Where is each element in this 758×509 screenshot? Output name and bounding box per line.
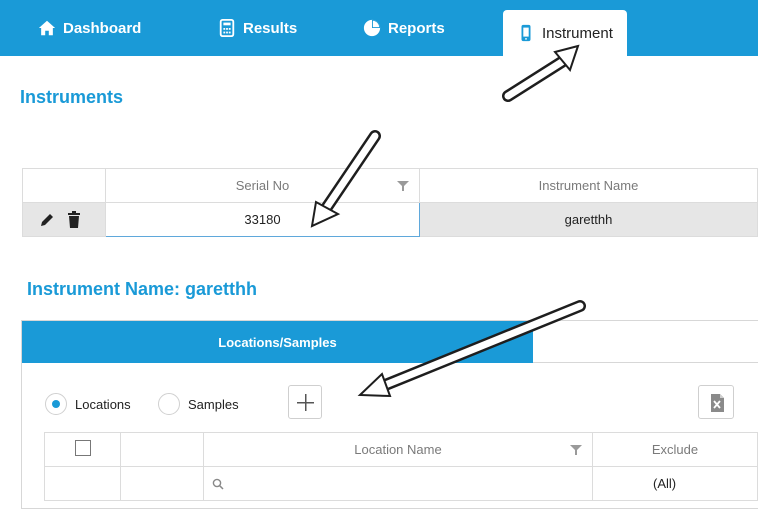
- top-nav: Dashboard Results Reports Instrument: [0, 0, 758, 56]
- filter-cell-empty: [44, 466, 121, 501]
- table-row[interactable]: 33180 garetthh: [22, 202, 758, 237]
- column-header-label: Location Name: [354, 442, 442, 457]
- mobile-device-icon: [521, 24, 531, 42]
- select-all-cell: [44, 432, 121, 467]
- search-icon: [212, 478, 224, 490]
- filter-cell-empty: [120, 466, 204, 501]
- filter-icon[interactable]: [570, 445, 582, 455]
- add-location-button[interactable]: [288, 385, 322, 419]
- nav-tab-label: Reports: [388, 19, 445, 37]
- excel-file-icon: [711, 394, 724, 412]
- column-header-label: Instrument Name: [538, 178, 639, 193]
- table-header-row: Location Name Exclude: [44, 432, 758, 467]
- home-icon: [38, 20, 56, 36]
- radio-label: Samples: [188, 396, 239, 412]
- plus-icon: [297, 394, 314, 411]
- locations-table: Location Name Exclude (All): [44, 432, 758, 501]
- nav-tab-label: Results: [243, 19, 298, 37]
- instruments-title: Instruments: [20, 87, 124, 107]
- column-header-label: Serial No: [235, 178, 290, 193]
- instrument-name-header[interactable]: Instrument Name: [419, 168, 758, 203]
- pencil-icon[interactable]: [39, 212, 55, 228]
- radio-samples[interactable]: Samples: [158, 393, 239, 415]
- radio-selected-dot: [52, 400, 60, 408]
- calculator-icon: [219, 19, 235, 37]
- tab-divider: [533, 362, 758, 363]
- nav-tab-label: Dashboard: [63, 19, 142, 37]
- trash-icon[interactable]: [67, 211, 81, 228]
- nav-tab-results[interactable]: Results: [218, 0, 297, 56]
- column-header-label: Exclude: [651, 442, 699, 457]
- radio-locations[interactable]: Locations: [45, 393, 131, 415]
- radio-label: Locations: [75, 396, 131, 412]
- serial-no-cell[interactable]: 33180: [105, 202, 420, 237]
- nav-tab-reports[interactable]: Reports: [363, 0, 445, 56]
- exclude-filter[interactable]: (All): [592, 466, 758, 501]
- radio-circle: [45, 393, 67, 415]
- tab-locations-samples[interactable]: Locations/Samples: [22, 321, 533, 363]
- nav-tab-instrument[interactable]: Instrument: [503, 10, 627, 56]
- serial-no-header[interactable]: Serial No: [105, 168, 420, 203]
- location-name-header[interactable]: Location Name: [203, 432, 593, 467]
- nav-tab-label: Instrument: [542, 24, 613, 42]
- blank-header: [120, 432, 204, 467]
- instruments-table: Serial No Instrument Name 33180 garetthh: [22, 168, 758, 237]
- filter-row: (All): [44, 466, 758, 501]
- nav-tab-dashboard[interactable]: Dashboard: [38, 0, 141, 56]
- radio-circle: [158, 393, 180, 415]
- select-all-checkbox[interactable]: [74, 440, 91, 456]
- instrument-name-cell[interactable]: garetthh: [419, 202, 758, 237]
- row-actions: [22, 202, 106, 237]
- instrument-detail-title: Instrument Name: garetthh: [27, 279, 258, 299]
- actions-header: [22, 168, 106, 203]
- location-name-filter[interactable]: [203, 466, 593, 501]
- filter-icon[interactable]: [397, 181, 409, 191]
- exclude-header[interactable]: Exclude: [592, 432, 758, 467]
- export-excel-button[interactable]: [698, 385, 734, 419]
- pie-chart-icon: [363, 19, 381, 37]
- table-header-row: Serial No Instrument Name: [22, 168, 758, 203]
